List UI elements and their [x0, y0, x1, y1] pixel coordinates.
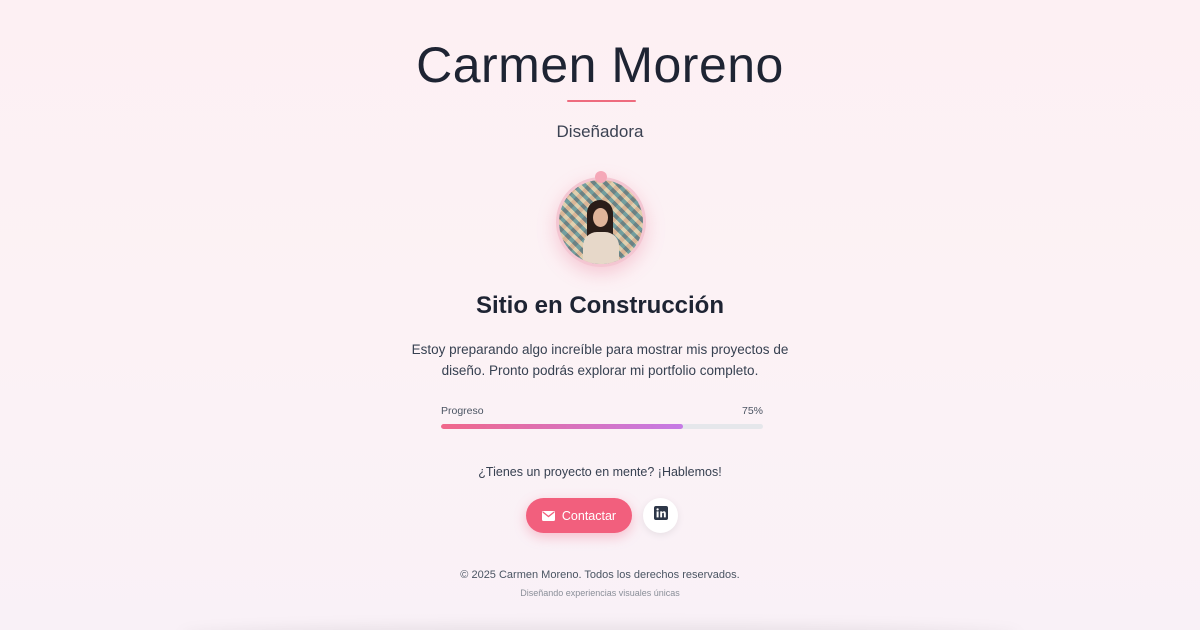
role-subtitle: Diseñadora: [556, 122, 644, 141]
contact-button[interactable]: Contactar: [526, 498, 632, 533]
title-divider: [567, 100, 636, 102]
progress-bar: [441, 424, 763, 429]
progress-label: Progreso: [441, 405, 484, 417]
progress-bar-fill: [441, 424, 683, 429]
construction-heading: Sitio en Construcción: [475, 292, 724, 319]
construction-description: Estoy preparando algo increíble para mos…: [411, 342, 789, 378]
cta-text: ¿Tienes un proyecto en mente? ¡Hablemos!: [478, 465, 722, 479]
contact-button-label: Contactar: [561, 508, 617, 523]
mail-icon: [541, 510, 555, 521]
footer-tagline: Diseñando experiencias visuales únicas: [520, 588, 680, 598]
progress-value: 75%: [741, 405, 763, 417]
page-title: Carmen Moreno: [416, 37, 784, 93]
avatar-status-dot: [595, 171, 607, 183]
avatar: [556, 171, 646, 267]
footer-copyright: © 2025 Carmen Moreno. Todos los derechos…: [460, 569, 740, 581]
page: Carmen Moreno Diseñadora Sitio en Constr…: [0, 0, 1200, 630]
linkedin-button[interactable]: [643, 498, 678, 533]
linkedin-icon: [653, 506, 668, 525]
avatar-photo: [559, 180, 643, 264]
